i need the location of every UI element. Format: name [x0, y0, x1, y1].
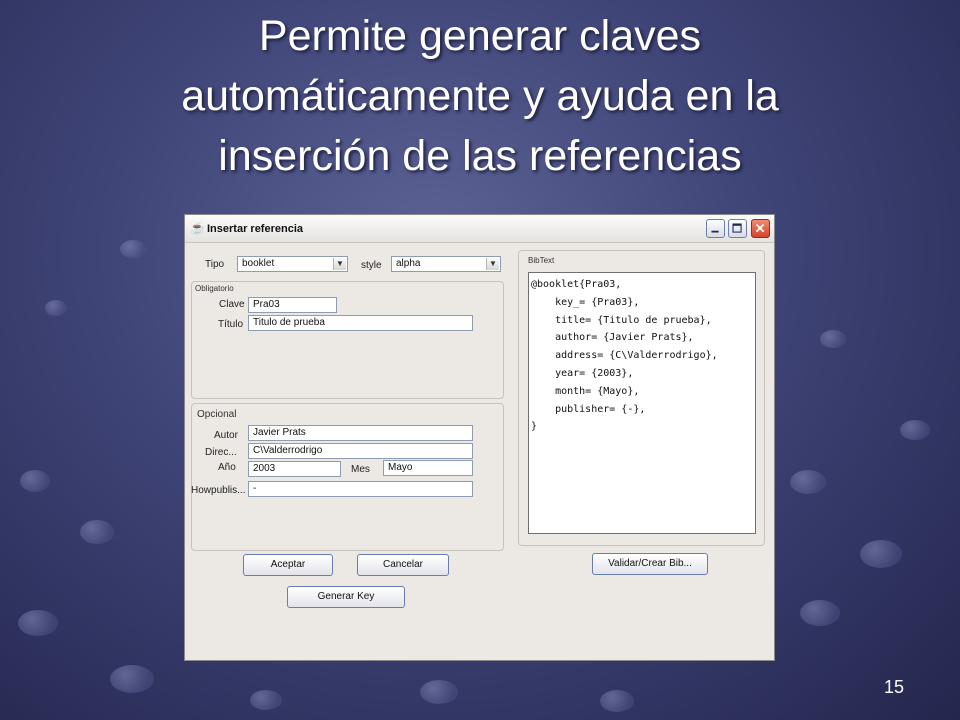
- tipo-select[interactable]: booklet ▼: [237, 256, 348, 272]
- slide-title: Permite generar claves automáticamente y…: [0, 6, 960, 186]
- bibtext-line: key_= {Pra03},: [531, 296, 640, 308]
- maximize-icon: [732, 223, 742, 233]
- java-cup-icon: ☕: [190, 221, 205, 235]
- style-label: style: [361, 260, 382, 271]
- titulo-field[interactable]: Titulo de prueba: [248, 315, 473, 331]
- window-titlebar[interactable]: ☕ Insertar referencia: [185, 215, 774, 243]
- validar-crear-bib-button[interactable]: Validar/Crear Bib...: [592, 553, 708, 575]
- decorative-dot: [900, 420, 930, 440]
- bibtext-line: @booklet{Pra03,: [531, 279, 622, 290]
- direc-label: Direc...: [205, 447, 237, 458]
- howpublis-label: Howpublis...: [191, 485, 246, 496]
- decorative-dot: [18, 610, 58, 636]
- decorative-dot: [110, 665, 154, 693]
- bibtext-line: year= {2003},: [531, 367, 634, 379]
- minimize-button[interactable]: [706, 219, 725, 238]
- clave-label: Clave: [219, 299, 245, 310]
- decorative-dot: [120, 240, 146, 258]
- decorative-dot: [600, 690, 634, 712]
- opcional-title: Opcional: [196, 409, 238, 420]
- autor-label: Autor: [214, 430, 238, 441]
- decorative-dot: [420, 680, 458, 704]
- aceptar-button[interactable]: Aceptar: [243, 554, 333, 576]
- titulo-label: Título: [218, 319, 244, 330]
- bibtext-line: month= {Mayo},: [531, 385, 640, 397]
- window-title: Insertar referencia: [207, 223, 303, 235]
- direc-field[interactable]: C\Valderrodrigo: [248, 443, 473, 459]
- obligatorio-title: Obligatorio: [194, 284, 235, 293]
- style-select[interactable]: alpha ▼: [391, 256, 501, 272]
- close-button[interactable]: [751, 219, 770, 238]
- bibtext-line: publisher= {-},: [531, 403, 646, 415]
- mes-label: Mes: [351, 464, 370, 475]
- decorative-dot: [20, 470, 50, 492]
- close-icon: [755, 223, 765, 233]
- autor-field[interactable]: Javier Prats: [248, 425, 473, 441]
- clave-field[interactable]: Pra03: [248, 297, 337, 313]
- minimize-icon: [711, 230, 719, 233]
- bibtext-line: author= {Javier Prats},: [531, 332, 694, 344]
- decorative-dot: [800, 600, 840, 626]
- slide-number: 15: [883, 677, 904, 697]
- bibtext-line: }: [531, 421, 538, 433]
- decorative-dot: [790, 470, 826, 494]
- slide-title-line: Permite generar claves: [258, 12, 702, 60]
- decorative-dot: [250, 690, 282, 710]
- chevron-down-icon[interactable]: ▼: [333, 258, 346, 270]
- decorative-dot: [45, 300, 67, 316]
- decorative-dot: [860, 540, 902, 568]
- decorative-dot: [820, 330, 846, 348]
- anio-field[interactable]: 2003: [248, 461, 341, 477]
- tipo-select-value: booklet: [242, 258, 275, 269]
- insertar-referencia-window: ☕ Insertar referencia Tipo booklet ▼ sty…: [184, 214, 775, 661]
- decorative-dot: [80, 520, 114, 544]
- maximize-button[interactable]: [728, 219, 747, 238]
- anio-label: Año: [218, 462, 236, 473]
- mes-field[interactable]: Mayo: [383, 460, 473, 476]
- bibtext-line: title= {Titulo de prueba},: [531, 314, 712, 326]
- howpublis-field[interactable]: -: [248, 481, 473, 497]
- generar-key-button[interactable]: Generar Key: [287, 586, 405, 608]
- bibtext-title: BibText: [527, 256, 556, 265]
- cancelar-button[interactable]: Cancelar: [357, 554, 449, 576]
- style-select-value: alpha: [396, 258, 421, 269]
- slide-title-line: automáticamente y ayuda en la: [181, 72, 779, 120]
- bibtext-textarea[interactable]: @booklet{Pra03, key_= {Pra03}, title= {T…: [528, 272, 756, 534]
- slide-title-line: inserción de las referencias: [218, 132, 742, 180]
- bibtext-line: address= {C\Valderrodrigo},: [531, 350, 718, 362]
- chevron-down-icon[interactable]: ▼: [486, 258, 499, 270]
- tipo-label: Tipo: [205, 259, 225, 270]
